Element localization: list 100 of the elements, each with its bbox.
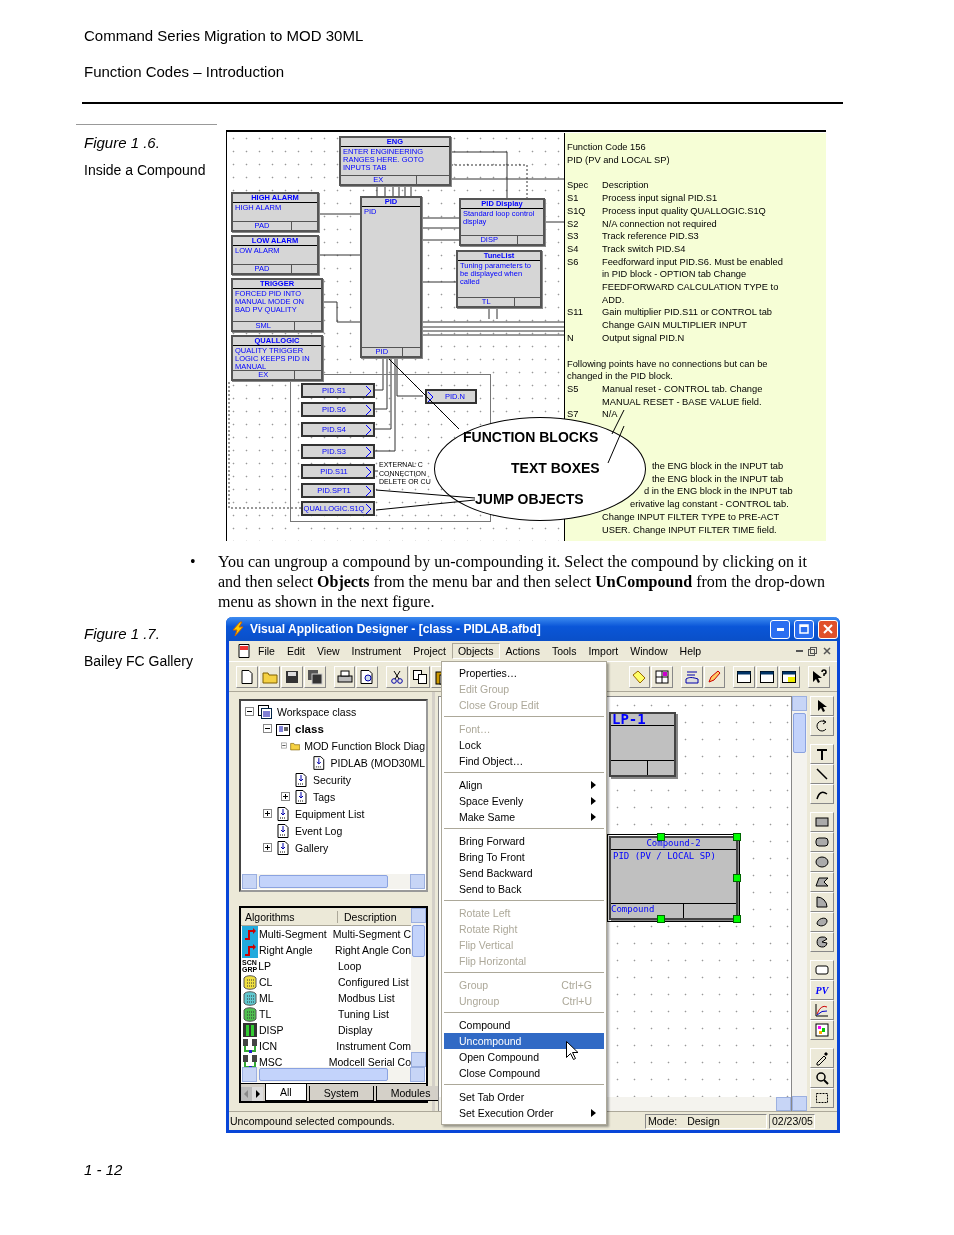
menu-item[interactable]: Edit: [280, 643, 311, 659]
algorithm-name[interactable]: MSC: [259, 1056, 283, 1068]
expand-toggle[interactable]: [281, 792, 290, 801]
resize-handle[interactable]: [733, 915, 741, 923]
toolbar-button[interactable]: [408, 665, 431, 688]
menu-option[interactable]: Align: [444, 777, 604, 793]
toolbar-button[interactable]: [304, 665, 326, 688]
palette-button[interactable]: [810, 1088, 834, 1108]
restore-icon[interactable]: [806, 645, 818, 657]
toolbar-button[interactable]: [680, 665, 703, 688]
palette-button[interactable]: [810, 872, 834, 892]
toolbar-button[interactable]: [755, 665, 778, 688]
toolbar-button[interactable]: [386, 665, 408, 688]
menu-option[interactable]: Lock: [444, 737, 604, 753]
menu-item[interactable]: Actions: [499, 643, 546, 659]
menu-option[interactable]: Send to Back: [444, 881, 604, 897]
menu-item[interactable]: Help: [673, 643, 708, 659]
expand-toggle[interactable]: [263, 724, 272, 733]
tree-item[interactable]: Security: [312, 773, 352, 786]
column-header[interactable]: Description: [338, 910, 397, 923]
toolbar-button[interactable]: [733, 665, 755, 688]
resize-handle[interactable]: [657, 915, 665, 923]
palette-button[interactable]: PV: [810, 980, 834, 1000]
menu-option[interactable]: Send Backward: [444, 865, 604, 881]
menu-item[interactable]: File: [252, 643, 281, 659]
palette-button[interactable]: [810, 812, 834, 832]
menu-option[interactable]: Make Same: [444, 809, 604, 825]
toolbar-button[interactable]: [356, 665, 379, 688]
scroll-right-icon[interactable]: [252, 1087, 263, 1101]
menu-option[interactable]: Bring To Front: [444, 849, 604, 865]
menu-option[interactable]: Uncompound: [444, 1033, 604, 1049]
menu-item[interactable]: Window: [624, 643, 674, 659]
horizontal-scrollbar[interactable]: [242, 1067, 425, 1082]
algorithm-name[interactable]: DISP: [259, 1024, 284, 1036]
tree-item[interactable]: Event Log: [294, 824, 344, 837]
menu-option[interactable]: Set Execution Order: [444, 1105, 604, 1121]
palette-button[interactable]: [810, 932, 834, 952]
algorithm-name[interactable]: ML: [259, 992, 274, 1004]
toolbar-button[interactable]: [281, 665, 304, 688]
algorithm-name[interactable]: ICN: [259, 1040, 278, 1052]
menu-option[interactable]: Bring Forward: [444, 833, 604, 849]
menu-item[interactable]: Project: [407, 643, 452, 659]
resize-handle[interactable]: [733, 874, 741, 882]
expand-toggle[interactable]: [263, 843, 272, 852]
algorithm-name[interactable]: Right Angle: [259, 944, 313, 956]
expand-toggle[interactable]: [263, 809, 272, 818]
menu-item[interactable]: View: [311, 643, 346, 659]
toolbar-button[interactable]: [651, 665, 673, 688]
palette-button[interactable]: [810, 912, 834, 932]
palette-button[interactable]: [810, 764, 834, 784]
vertical-scrollbar[interactable]: [792, 696, 807, 1111]
compound-block[interactable]: Compound-2 PID (PV / LOCAL SP) Compound: [609, 836, 738, 920]
vertical-scrollbar[interactable]: [411, 908, 426, 1067]
algorithm-name[interactable]: CL: [259, 976, 273, 988]
algorithm-name[interactable]: TL: [259, 1008, 272, 1020]
resize-handle[interactable]: [733, 833, 741, 841]
tree-item[interactable]: MOD Function Block Diag: [303, 739, 426, 752]
palette-button[interactable]: [810, 696, 834, 716]
palette-button[interactable]: [810, 744, 834, 764]
tree-item[interactable]: Equipment List: [294, 807, 366, 820]
palette-button[interactable]: [810, 852, 834, 872]
column-header[interactable]: Algorithms: [241, 910, 338, 923]
menu-item[interactable]: Instrument: [345, 643, 408, 659]
maximize-button[interactable]: [794, 619, 814, 639]
tree-item[interactable]: Workspace class: [276, 705, 358, 718]
palette-button[interactable]: [810, 1068, 834, 1088]
palette-button[interactable]: [810, 832, 834, 852]
expand-toggle[interactable]: [281, 741, 287, 750]
menu-option[interactable]: Set Tab Order: [444, 1089, 604, 1105]
resize-handle[interactable]: [657, 833, 665, 841]
close-button[interactable]: [818, 619, 838, 639]
expand-toggle[interactable]: [245, 707, 254, 716]
algorithm-name[interactable]: LP: [258, 960, 271, 972]
menu-item[interactable]: Tools: [545, 643, 583, 659]
palette-button[interactable]: [810, 1048, 834, 1068]
algorithm-name[interactable]: Multi-Segment: [259, 928, 327, 940]
tab[interactable]: System: [308, 1086, 374, 1101]
tree-item[interactable]: class: [294, 722, 325, 735]
palette-button[interactable]: [810, 892, 834, 912]
menu-option[interactable]: Open Compound: [444, 1049, 604, 1065]
menu-option[interactable]: Properties…: [444, 665, 604, 681]
menu-item[interactable]: Import: [582, 643, 625, 659]
tree-item[interactable]: Gallery: [294, 841, 330, 854]
close-icon[interactable]: [821, 645, 833, 657]
menu-option[interactable]: Close Compound: [444, 1065, 604, 1081]
menu-option[interactable]: Find Object…: [444, 753, 604, 769]
menu-option[interactable]: Compound: [444, 1017, 604, 1033]
compound-block[interactable]: LP-1: [609, 712, 676, 777]
palette-button[interactable]: [810, 716, 834, 736]
toolbar-button[interactable]: [778, 665, 801, 688]
tree-item[interactable]: Tags: [312, 790, 337, 803]
horizontal-scrollbar[interactable]: [242, 874, 425, 889]
tree-item[interactable]: PIDLAB (MOD30ML: [329, 756, 426, 769]
menu-item[interactable]: Objects: [451, 643, 500, 659]
palette-button[interactable]: [810, 960, 834, 980]
palette-button[interactable]: [810, 784, 834, 804]
toolbar-button[interactable]: [333, 665, 356, 688]
toolbar-button[interactable]: [808, 665, 830, 688]
menu-option[interactable]: Space Evenly: [444, 793, 604, 809]
toolbar-button[interactable]: [236, 665, 258, 688]
